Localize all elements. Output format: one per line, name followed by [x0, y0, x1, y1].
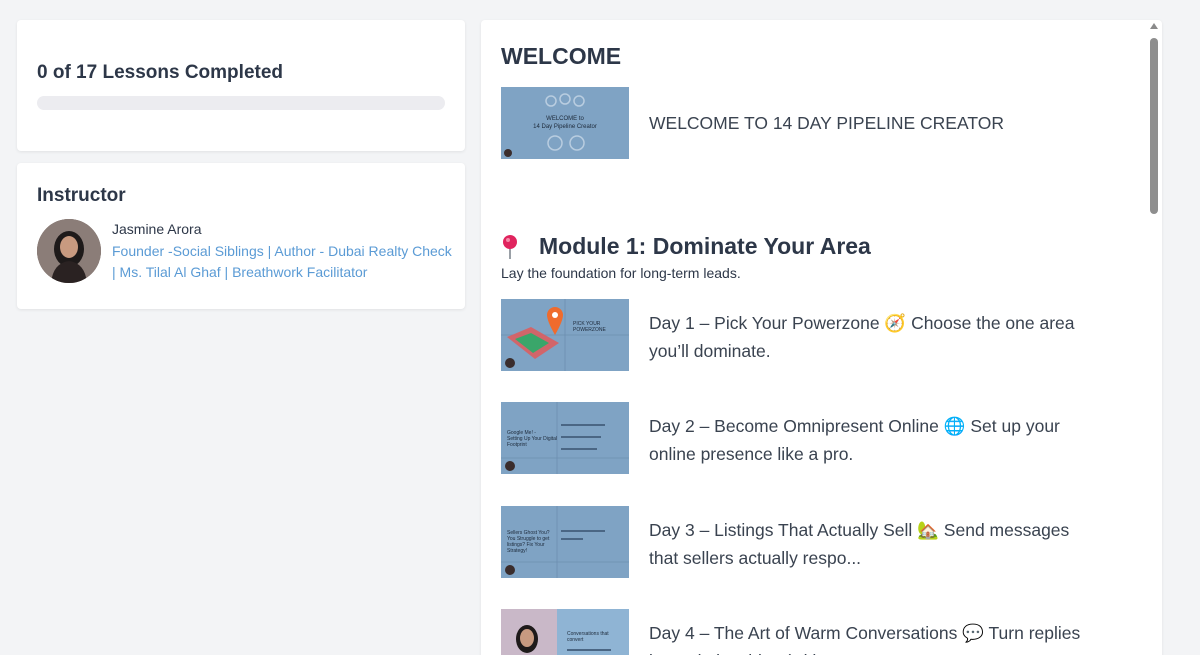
module-subtitle: Lay the foundation for long-term leads.: [501, 265, 741, 281]
lesson-item-day-3[interactable]: Sellers Ghost You? You Struggle to get l…: [501, 506, 1141, 578]
lesson-title[interactable]: Day 3 – Listings That Actually Sell 🏡 Se…: [649, 516, 1099, 572]
module-title: Module 1: Dominate Your Area: [501, 233, 871, 260]
lesson-item-day-4[interactable]: Conversations that convert Day 4 – The A…: [501, 609, 1141, 655]
lesson-title[interactable]: WELCOME TO 14 DAY PIPELINE CREATOR: [649, 109, 1099, 137]
instructor-name: Jasmine Arora: [112, 221, 202, 237]
lessons-panel: WELCOME WELCOME to 14 Day Pipeline Creat…: [481, 20, 1162, 655]
avatar: [37, 219, 101, 283]
lesson-thumbnail[interactable]: Sellers Ghost You? You Struggle to get l…: [501, 506, 629, 578]
module-title-text: Module 1: Dominate Your Area: [539, 233, 871, 259]
lesson-thumbnail[interactable]: Conversations that convert: [501, 609, 629, 655]
svg-text:convert: convert: [567, 637, 584, 643]
lesson-thumbnail[interactable]: PICK YOUR POWERZONE: [501, 299, 629, 371]
lesson-title[interactable]: Day 2 – Become Omnipresent Online 🌐 Set …: [649, 412, 1099, 468]
scroll-up-arrow-icon[interactable]: [1150, 23, 1158, 29]
lesson-item-day-1[interactable]: PICK YOUR POWERZONE Day 1 – Pick Your Po…: [501, 299, 1141, 371]
svg-text:Strategy!: Strategy!: [507, 548, 527, 554]
svg-text:WELCOME to: WELCOME to: [546, 116, 584, 122]
pushpin-icon: [503, 234, 517, 259]
lesson-title[interactable]: Day 1 – Pick Your Powerzone 🧭 Choose the…: [649, 309, 1099, 365]
progress-title: 0 of 17 Lessons Completed: [37, 62, 284, 83]
lesson-thumbnail[interactable]: WELCOME to 14 Day Pipeline Creator: [501, 87, 629, 159]
svg-text:14 Day Pipeline Creator: 14 Day Pipeline Creator: [533, 124, 597, 130]
scrollbar[interactable]: [1146, 20, 1162, 655]
lesson-title[interactable]: Day 4 – The Art of Warm Conversations 💬 …: [649, 619, 1099, 655]
instructor-card: Instructor Jasmine Arora Founder -Social…: [17, 163, 465, 309]
svg-text:Footprint: Footprint: [507, 442, 527, 448]
lesson-item-day-2[interactable]: Google Me! - Setting Up Your Digital Foo…: [501, 402, 1141, 474]
progress-bar: [37, 96, 445, 110]
lesson-item-welcome[interactable]: WELCOME to 14 Day Pipeline Creator WELCO…: [501, 87, 1141, 159]
welcome-heading: WELCOME: [501, 43, 622, 69]
progress-card: 0 of 17 Lessons Completed: [17, 20, 465, 151]
scrollbar-thumb[interactable]: [1150, 38, 1158, 214]
svg-text:POWERZONE: POWERZONE: [573, 327, 606, 333]
lesson-thumbnail[interactable]: Google Me! - Setting Up Your Digital Foo…: [501, 402, 629, 474]
instructor-bio[interactable]: Founder -Social Siblings | Author - Duba…: [112, 241, 452, 283]
instructor-heading: Instructor: [37, 185, 126, 206]
